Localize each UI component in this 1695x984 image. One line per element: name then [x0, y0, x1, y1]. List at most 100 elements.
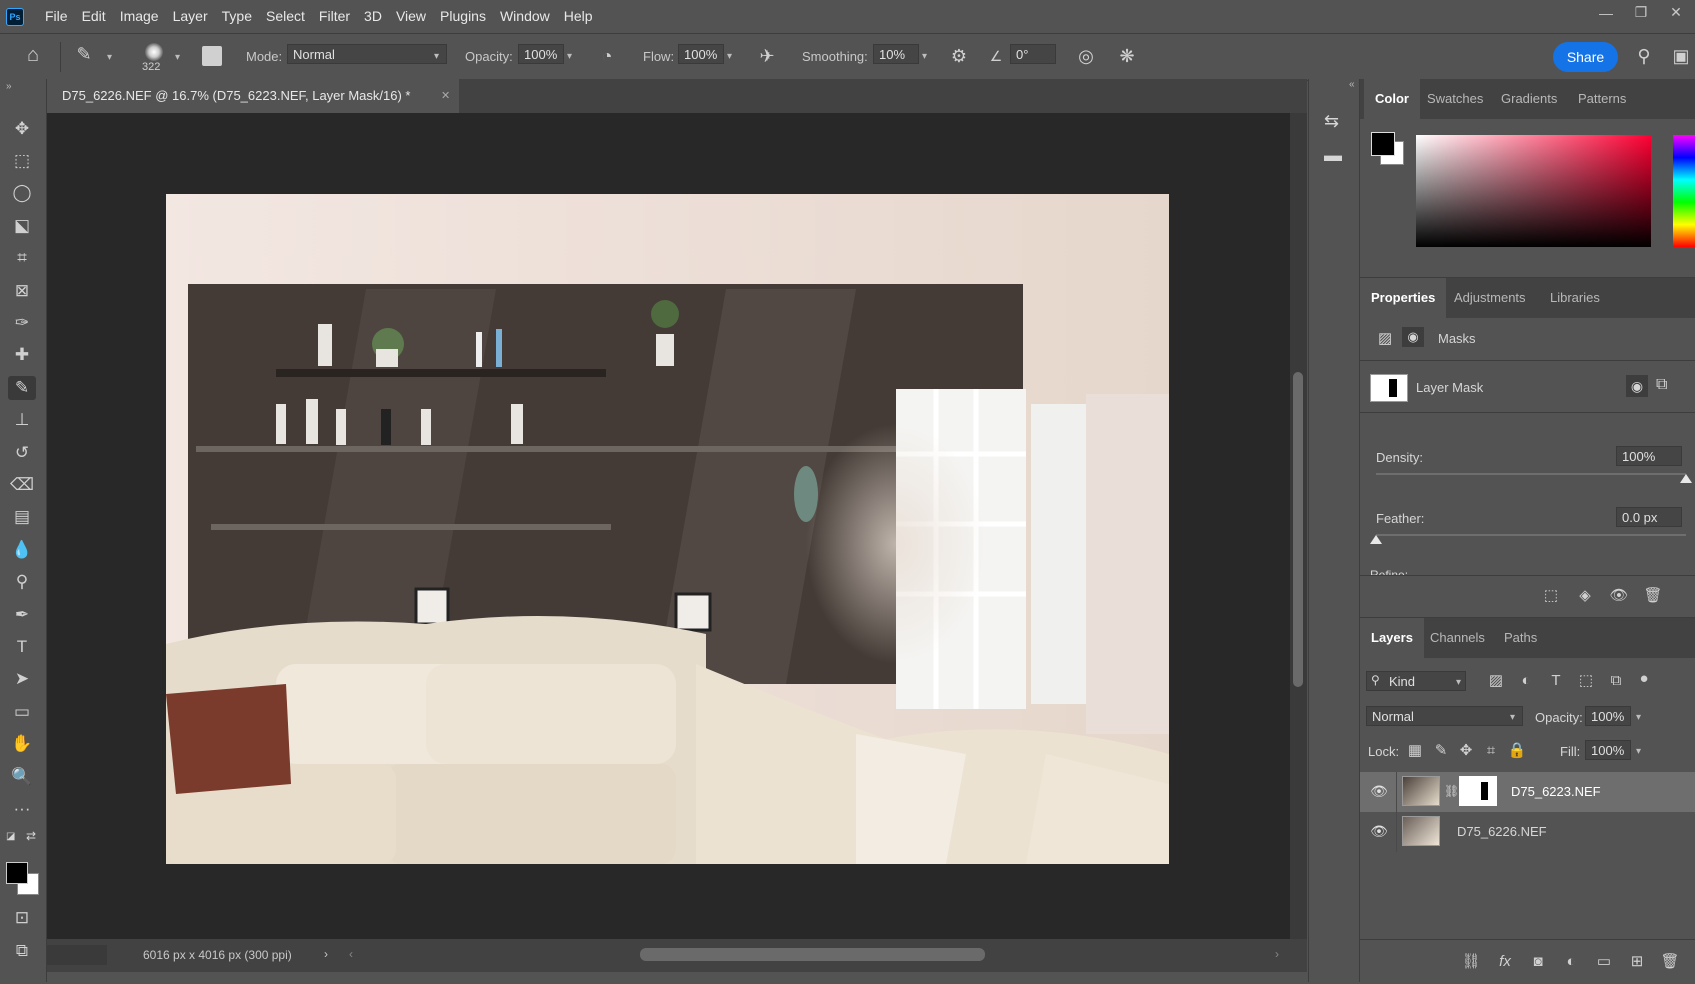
add-mask-icon[interactable]: ◙ [1527, 952, 1549, 972]
visibility-eye-icon[interactable]: 👁 [1370, 784, 1388, 798]
tab-gradients[interactable]: Gradients [1501, 79, 1557, 119]
tab-paths[interactable]: Paths [1504, 618, 1537, 658]
marquee-tool-icon[interactable]: ⬚ [8, 149, 36, 173]
crop-tool-icon[interactable]: ⌗ [8, 246, 36, 270]
menu-3d[interactable]: 3D [357, 0, 389, 33]
foreground-color-chip[interactable] [1371, 132, 1395, 156]
density-slider-knob[interactable] [1680, 474, 1692, 483]
lasso-tool-icon[interactable]: ◯ [8, 181, 36, 205]
minimize-icon[interactable]: — [1591, 0, 1621, 25]
object-select-tool-icon[interactable]: ⬕ [8, 214, 36, 238]
type-filter-icon[interactable]: T [1545, 671, 1567, 691]
layer-row[interactable]: 👁 D75_6226.NEF [1360, 812, 1695, 852]
lock-position-icon[interactable]: ✥ [1455, 741, 1477, 761]
layer-opacity-input[interactable]: 100% [1585, 706, 1631, 726]
tab-layers[interactable]: Layers [1360, 618, 1424, 658]
menu-help[interactable]: Help [557, 0, 600, 33]
vertical-scroll-thumb[interactable] [1293, 372, 1303, 687]
tab-channels[interactable]: Channels [1430, 618, 1485, 658]
search-icon[interactable]: ⚲ [1633, 46, 1655, 66]
chevron-down-icon[interactable]: ▾ [727, 51, 732, 62]
layer-filter-select[interactable]: Kind [1366, 671, 1466, 691]
fx-icon[interactable]: fx [1494, 952, 1516, 972]
angle-input[interactable]: 0° [1010, 44, 1056, 64]
adjustment-filter-icon[interactable]: ◐ [1515, 671, 1537, 691]
layer-mask-thumbnail[interactable] [1459, 776, 1497, 806]
smart-object-filter-icon[interactable]: ⧉ [1605, 671, 1627, 691]
eyedropper-tool-icon[interactable]: ✑ [8, 311, 36, 335]
move-tool-icon[interactable]: ✥ [8, 117, 36, 141]
brush-preview-icon[interactable] [145, 43, 163, 61]
load-selection-icon[interactable]: ⬚ [1540, 586, 1562, 606]
type-tool-icon[interactable]: T [8, 635, 36, 659]
menu-file[interactable]: File [38, 0, 75, 33]
gradient-tool-icon[interactable]: ▤ [8, 505, 36, 529]
brush-tool-icon[interactable]: ✎ [8, 376, 36, 400]
link-icon[interactable]: ⛓ [1444, 784, 1459, 798]
new-group-icon[interactable]: ▭ [1593, 952, 1615, 972]
layer-thumbnail[interactable] [1402, 776, 1440, 806]
lock-transparent-icon[interactable]: ▦ [1404, 741, 1426, 761]
swap-colors-icon[interactable]: ⇄ [26, 829, 36, 843]
select-mask-icon[interactable]: ◉ [1626, 375, 1648, 397]
layer-name[interactable]: D75_6226.NEF [1457, 824, 1547, 839]
opacity-input[interactable]: 100% [518, 44, 564, 64]
symmetry-icon[interactable]: ❋ [1116, 46, 1138, 66]
brush-tool-icon[interactable]: ✎ [73, 44, 95, 64]
default-colors-icon[interactable]: ◪ [6, 831, 15, 842]
workspace-icon[interactable]: ▣ [1670, 46, 1692, 66]
flow-input[interactable]: 100% [678, 44, 724, 64]
chevron-down-icon[interactable]: ▾ [175, 52, 180, 63]
quick-mask-icon[interactable]: ⊡ [8, 906, 36, 930]
scroll-right-icon[interactable]: › [1275, 947, 1279, 961]
smoothing-input[interactable]: 10% [873, 44, 919, 64]
density-input[interactable]: 100% [1616, 446, 1682, 466]
hue-slider[interactable] [1673, 135, 1695, 247]
document-tab[interactable]: D75_6226.NEF @ 16.7% (D75_6223.NEF, Laye… [47, 79, 459, 113]
chevron-down-icon[interactable]: ▾ [1636, 712, 1641, 723]
comments-icon[interactable]: ▬ [1324, 145, 1342, 166]
home-icon[interactable]: ⌂ [22, 45, 44, 65]
chevron-down-icon[interactable]: ▾ [107, 52, 112, 63]
tab-patterns[interactable]: Patterns [1578, 79, 1626, 119]
pen-tool-icon[interactable]: ✒ [8, 603, 36, 627]
pressure-size-icon[interactable]: ◎ [1075, 46, 1097, 66]
dodge-tool-icon[interactable]: ⚲ [8, 570, 36, 594]
document-image[interactable] [166, 194, 1169, 864]
rectangle-tool-icon[interactable]: ▭ [8, 700, 36, 724]
status-menu-chevron-icon[interactable]: › [324, 947, 328, 961]
feather-slider[interactable] [1376, 534, 1686, 536]
clone-stamp-tool-icon[interactable]: ⊥ [8, 408, 36, 432]
lock-artboard-icon[interactable]: ⌗ [1480, 741, 1502, 761]
frame-tool-icon[interactable]: ⊠ [8, 279, 36, 303]
foreground-color-swatch[interactable] [6, 862, 28, 884]
mask-thumbnail[interactable] [1370, 374, 1408, 402]
tab-adjustments[interactable]: Adjustments [1454, 278, 1526, 318]
feather-slider-knob[interactable] [1370, 535, 1382, 544]
layer-thumbnail[interactable] [1402, 816, 1440, 846]
healing-brush-tool-icon[interactable]: ✚ [8, 343, 36, 367]
maximize-icon[interactable]: ❐ [1626, 0, 1656, 25]
close-icon[interactable]: ✕ [441, 79, 450, 113]
lock-all-icon[interactable]: 🔒 [1506, 741, 1528, 761]
chevron-down-icon[interactable]: ▾ [922, 51, 927, 62]
density-slider[interactable] [1376, 473, 1686, 475]
menu-edit[interactable]: Edit [75, 0, 113, 33]
layer-row[interactable]: 👁 ⛓ D75_6223.NEF [1360, 772, 1695, 812]
add-vector-mask-icon[interactable]: ⧉ [1656, 376, 1667, 394]
screen-mode-icon[interactable]: ⧉ [8, 939, 36, 963]
filter-toggle-icon[interactable]: ● [1633, 669, 1655, 689]
collapse-icon[interactable]: » [6, 81, 12, 92]
menu-select[interactable]: Select [259, 0, 312, 33]
close-window-icon[interactable]: ✕ [1661, 0, 1691, 25]
menu-window[interactable]: Window [493, 0, 557, 33]
tab-swatches[interactable]: Swatches [1427, 79, 1483, 119]
share-button[interactable]: Share [1553, 42, 1618, 72]
menu-layer[interactable]: Layer [166, 0, 215, 33]
link-layers-icon[interactable]: ⛓ [1460, 952, 1482, 972]
layer-mask-icon[interactable]: ◉ [1402, 327, 1424, 347]
airbrush-icon[interactable]: ✈ [756, 46, 778, 66]
shape-filter-icon[interactable]: ⬚ [1575, 671, 1597, 691]
new-layer-icon[interactable]: ⊞ [1626, 952, 1648, 972]
chevron-down-icon[interactable]: ▾ [1636, 746, 1641, 757]
